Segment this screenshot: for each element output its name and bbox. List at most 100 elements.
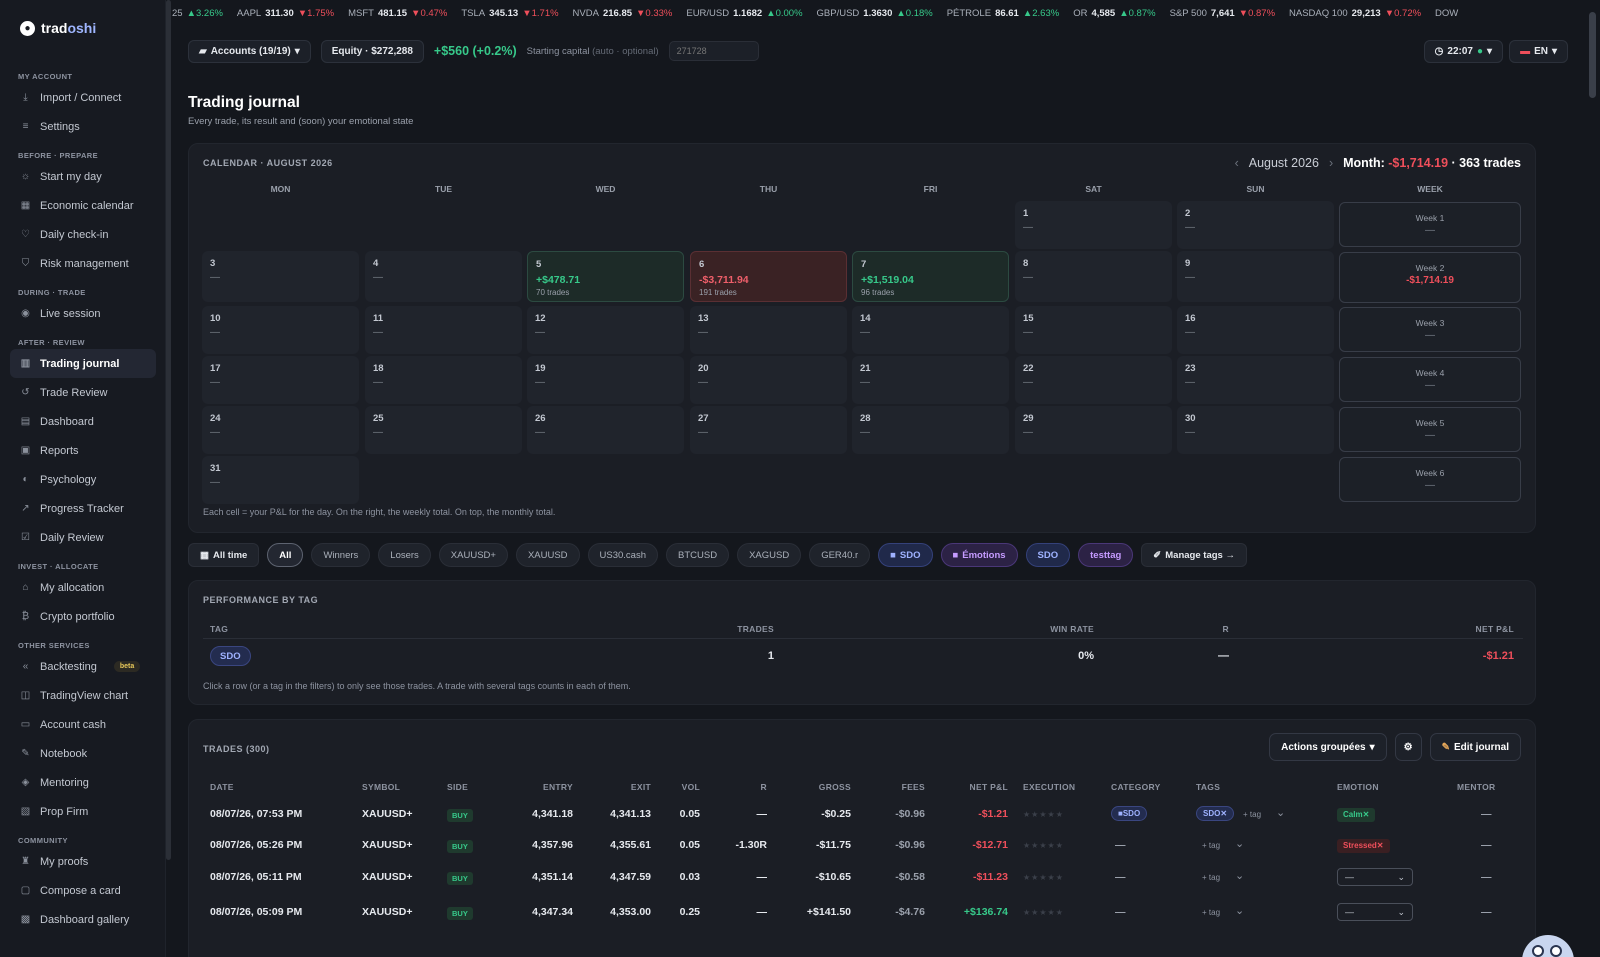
sidebar-item-daily-review[interactable]: ☑ Daily Review [10,523,156,552]
filter-chip-all-time[interactable]: ▦ All time [188,543,260,567]
calendar-day[interactable]: 26 — [527,406,684,454]
week-summary[interactable]: Week 4 — [1339,357,1521,402]
execution-rating[interactable]: ★★★★★ [1023,810,1064,819]
add-tag-button[interactable]: + tag [1202,908,1220,917]
sidebar-item-risk-management[interactable]: ⛉ Risk management [10,249,156,278]
sidebar-item-prop-firm[interactable]: ▧ Prop Firm [10,797,156,826]
trade-row[interactable]: 08/07/26, 05:26 PM XAUUSD+ BUY 4,357.96 4,35… [189,837,1537,859]
calendar-day[interactable]: 29 — [1015,406,1172,454]
calendar-day[interactable]: 23 — [1177,356,1334,404]
week-summary[interactable]: Week 2 -$1,714.19 [1339,252,1521,303]
calendar-day[interactable]: 15 — [1015,306,1172,354]
trade-tag-pill[interactable]: SDO ✕ [1196,806,1235,821]
calendar-day[interactable]: 18 — [365,356,522,404]
calendar-day[interactable]: 8— [1015,251,1172,302]
sidebar-item-crypto-portfolio[interactable]: ₿ Crypto portfolio [10,602,156,631]
week-summary[interactable]: Week 1 — [1339,202,1521,247]
sidebar-item-start-my-day[interactable]: ☼ Start my day [10,162,156,191]
filter-chip-xauusd[interactable]: XAUUSD+ [438,543,508,567]
trade-row[interactable]: 08/07/26, 05:11 PM XAUUSD+ BUY 4,351.14 4,34… [189,868,1537,891]
sidebar-item-tradingview-chart[interactable]: ◫ TradingView chart [10,681,156,710]
sidebar-item-progress-tracker[interactable]: ↗ Progress Tracker [10,494,156,523]
sidebar-item-my-proofs[interactable]: ♜ My proofs [10,847,156,876]
grouped-actions-button[interactable]: Actions groupées ▾ [1269,733,1387,761]
brand-logo[interactable]: ● tradoshi [20,20,96,36]
filter-chip-testtag[interactable]: testtag [1078,543,1134,567]
emotion-select[interactable]: — ⌄ [1337,868,1413,886]
add-tag-button[interactable]: + tag [1202,873,1220,882]
week-summary[interactable]: Week 5 — [1339,407,1521,452]
calendar-day[interactable]: 10 — [202,306,359,354]
calendar-day[interactable]: 6 -$3,711.94 191 trades [690,251,847,302]
calendar-day[interactable]: 25 — [365,406,522,454]
language-dropdown[interactable]: ▬ EN ▾ [1509,39,1568,63]
filter-chip-all[interactable]: All [267,543,304,567]
week-summary[interactable]: Week 6 — [1339,457,1521,502]
chevron-down-icon[interactable]: ⌄ [1276,806,1285,819]
prev-month-icon[interactable]: ‹ [1235,156,1239,170]
page-scrollbar[interactable] [1589,12,1596,98]
sidebar-item-reports[interactable]: ▣ Reports [10,436,156,465]
sidebar-item-live-session[interactable]: ◉ Live session [10,299,156,328]
close-icon[interactable]: ✕ [1377,841,1384,850]
close-icon[interactable]: ✕ [1220,809,1227,818]
category-pill[interactable]: ■ SDO [1111,806,1148,821]
add-tag-button[interactable]: + tag [1243,810,1261,819]
execution-rating[interactable]: ★★★★★ [1023,908,1064,917]
chevron-down-icon[interactable]: ⌄ [1235,837,1244,850]
calendar-day[interactable]: 2— [1177,201,1334,249]
add-tag-button[interactable]: + tag [1202,841,1220,850]
calendar-day[interactable]: 22 — [1015,356,1172,404]
clock-dropdown[interactable]: ◷ 22:07 ● ▾ [1423,39,1504,63]
sidebar-item-backtesting[interactable]: « Backtesting beta [10,652,156,681]
close-icon[interactable]: ✕ [1363,810,1370,819]
starting-capital-input[interactable] [668,41,759,61]
accounts-dropdown[interactable]: ▰ Accounts (19/19) ▾ [188,39,311,63]
calendar-day[interactable]: 19 — [527,356,684,404]
filter-chip-losers[interactable]: Losers [378,543,431,567]
calendar-day[interactable]: 14 — [852,306,1009,354]
settings-button[interactable]: ⚙ [1394,733,1422,761]
calendar-day[interactable]: 12 — [527,306,684,354]
sidebar-item-trading-journal[interactable]: ▥ Trading journal [10,349,156,378]
performance-row[interactable]: SDO 1 0% — -$1.21 [189,641,1537,671]
sidebar-item-trade-review[interactable]: ↺ Trade Review [10,378,156,407]
calendar-day[interactable]: 11 — [365,306,522,354]
filter-chip-sdo[interactable]: SDO [1025,543,1071,567]
sidebar-item-import-connect[interactable]: ⤓ Import / Connect [10,83,156,112]
calendar-day[interactable]: 20 — [690,356,847,404]
sidebar-item-psychology[interactable]: ◐ Psychology [10,465,156,494]
emotion-select[interactable]: — ⌄ [1337,903,1413,921]
execution-rating[interactable]: ★★★★★ [1023,873,1064,882]
next-month-icon[interactable]: › [1329,156,1333,170]
emotion-badge[interactable]: Calm✕ [1337,808,1376,822]
calendar-day[interactable]: 16 — [1177,306,1334,354]
calendar-day[interactable]: 4— [365,251,522,302]
calendar-day[interactable]: 5 +$478.71 70 trades [527,251,684,302]
sidebar-item-dashboard[interactable]: ▤ Dashboard [10,407,156,436]
calendar-day[interactable]: 1— [1015,201,1172,249]
calendar-day[interactable]: 17 — [202,356,359,404]
execution-rating[interactable]: ★★★★★ [1023,841,1064,850]
sidebar-item-my-allocation[interactable]: ⌂ My allocation [10,573,156,602]
sidebar-item-account-cash[interactable]: ▭ Account cash [10,710,156,739]
sidebar-item-compose-a-card[interactable]: ▢ Compose a card [10,876,156,905]
filter-chip-us30-cash[interactable]: US30.cash [587,543,659,567]
calendar-day[interactable]: 13 — [690,306,847,354]
chevron-down-icon[interactable]: ⌄ [1235,869,1244,882]
sidebar-item-economic-calendar[interactable]: ▦ Economic calendar [10,191,156,220]
edit-journal-button[interactable]: ✎ Edit journal [1429,733,1521,761]
chevron-down-icon[interactable]: ⌄ [1235,904,1244,917]
filter-chip-sdo[interactable]: ■ SDO [878,543,933,567]
calendar-day[interactable]: 30 — [1177,406,1334,454]
calendar-day[interactable]: 7 +$1,519.04 96 trades [852,251,1009,302]
filter-chip-btcusd[interactable]: BTCUSD [666,543,730,567]
filter-chip--motions[interactable]: ■ Émotions [940,543,1018,567]
calendar-day[interactable]: 31 — [202,456,359,504]
sidebar-item-dashboard-gallery[interactable]: ▩ Dashboard gallery [10,905,156,934]
filter-chip-ger40-r[interactable]: GER40.r [809,543,871,567]
calendar-day[interactable]: 24 — [202,406,359,454]
sidebar-item-notebook[interactable]: ✎ Notebook [10,739,156,768]
filter-chip-xauusd[interactable]: XAUUSD [515,543,580,567]
filter-chip-winners[interactable]: Winners [311,543,371,567]
